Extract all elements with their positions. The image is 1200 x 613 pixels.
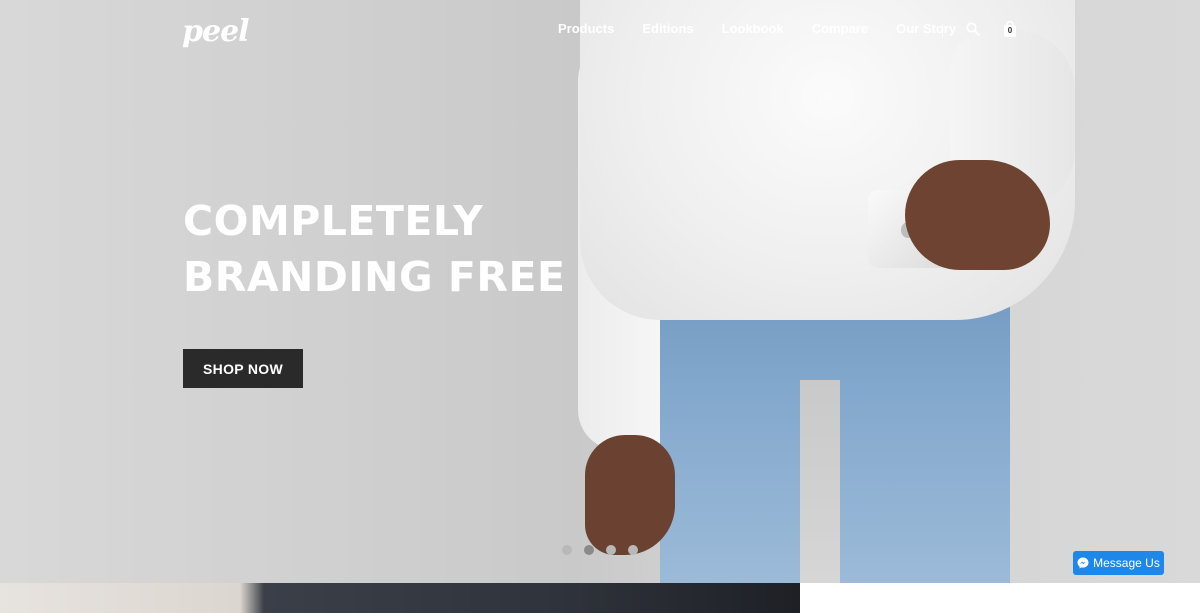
nav-item-lookbook[interactable]: Lookbook bbox=[722, 21, 784, 36]
hero-headline-line1: COMPLETELY bbox=[183, 197, 484, 245]
nav-divider bbox=[942, 23, 943, 38]
next-section-panel bbox=[800, 583, 1200, 613]
slider-dot-1[interactable] bbox=[562, 545, 572, 555]
next-section-image bbox=[0, 583, 800, 613]
main-nav: Products Editions Lookbook Compare Our S… bbox=[558, 21, 984, 38]
hero-banner bbox=[0, 0, 1200, 583]
shop-now-button[interactable]: SHOP NOW bbox=[183, 349, 303, 388]
message-us-button[interactable]: Message Us bbox=[1073, 551, 1164, 575]
messenger-icon bbox=[1077, 557, 1089, 569]
hero-image-hand-left bbox=[585, 435, 675, 555]
nav-item-our-story[interactable]: Our Story bbox=[896, 21, 956, 36]
hero-headline: COMPLETELY BRANDING FREE bbox=[183, 193, 566, 305]
search-icon[interactable] bbox=[966, 22, 980, 36]
hero-headline-line2: BRANDING FREE bbox=[183, 253, 566, 301]
slider-dot-4[interactable] bbox=[628, 545, 638, 555]
slider-pagination bbox=[562, 545, 650, 555]
slider-dot-2[interactable] bbox=[584, 545, 594, 555]
nav-item-compare[interactable]: Compare bbox=[812, 21, 868, 36]
hero-image-hand bbox=[905, 160, 1050, 270]
hero-image-background bbox=[800, 380, 840, 583]
slider-dot-3[interactable] bbox=[606, 545, 616, 555]
nav-item-editions[interactable]: Editions bbox=[642, 21, 693, 36]
nav-item-products[interactable]: Products bbox=[558, 21, 614, 36]
message-us-label: Message Us bbox=[1093, 556, 1160, 570]
site-logo[interactable]: peel bbox=[182, 14, 250, 49]
cart-count-badge: 0 bbox=[1007, 26, 1013, 35]
